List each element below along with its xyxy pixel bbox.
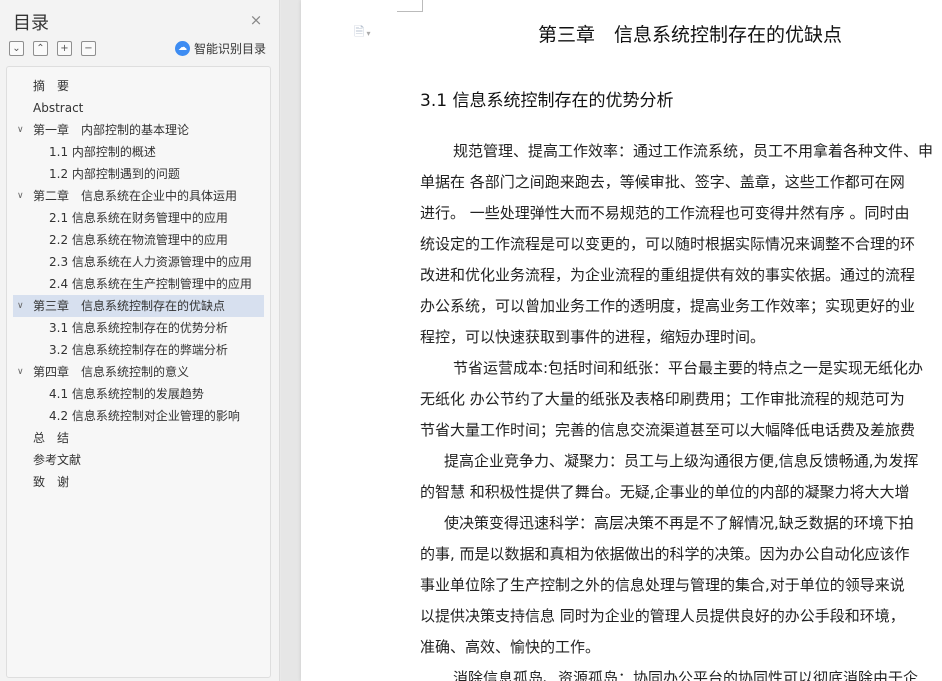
toc-item-label: 致 谢: [33, 475, 70, 489]
paragraph-line: 以提供决策支持信息 同时为企业的管理人员提供良好的办公手段和环境，: [420, 607, 905, 625]
toc-item-label: 第一章 内部控制的基本理论: [33, 123, 190, 137]
toc-item-label: 摘 要: [33, 79, 70, 93]
toc-item[interactable]: 摘 要: [7, 75, 270, 97]
toc-item-label: 4.1 信息系统控制的发展趋势: [49, 387, 204, 401]
toc-item-label: 参考文献: [33, 453, 82, 467]
chevron-down-icon: ▾: [366, 29, 371, 38]
paragraph-line: 提高企业竞争力、凝聚力：员工与上级沟通很方便,信息反馈畅通,为发挥: [444, 452, 919, 470]
document-page[interactable]: 🗎 ▾ 第三章 信息系统控制存在的优缺点 3.1 信息系统控制存在的优势分析 规范…: [301, 0, 942, 681]
toc-pane-title: 目录: [13, 13, 49, 34]
paragraph-line: 的事, 而是以数据和真相为依据做出的科学的决策。因为办公自动化应该作: [420, 545, 910, 563]
add-heading-button[interactable]: +: [57, 41, 72, 56]
toc-item-label: 1.2 内部控制遇到的问题: [49, 167, 180, 181]
toc-item[interactable]: 4.1 信息系统控制的发展趋势: [7, 383, 270, 405]
toc-panel: 摘 要 Abstract ∨ 第一章 内部控制的基本理论 1.1 内部控制的概述 1.2 …: [6, 66, 271, 678]
toc-item-label: 3.2 信息系统控制存在的弊端分析: [49, 343, 228, 357]
toc-list: 摘 要 Abstract ∨ 第一章 内部控制的基本理论 1.1 内部控制的概述 1.2 …: [7, 75, 270, 493]
toc-item-label: 2.3 信息系统在人力资源管理中的应用: [49, 255, 252, 269]
toc-item[interactable]: 2.4 信息系统在生产控制管理中的应用: [7, 273, 270, 295]
toc-toolbar: ⌄ ⌃ + −: [9, 41, 96, 56]
toc-item-label: 第四章 信息系统控制的意义: [33, 365, 190, 379]
paragraph-line: 单据在 各部门之间跑来跑去，等候审批、签字、盖章，这些工作都可在网: [420, 173, 905, 191]
chevron-down-icon[interactable]: ∨: [17, 361, 24, 383]
toc-item-label: 3.1 信息系统控制存在的优势分析: [49, 321, 228, 335]
paragraph-line: 节省大量工作时间；完善的信息交流渠道甚至可以大幅降低电话费及差旅费: [420, 421, 916, 439]
paragraph-line: 办公系统，可以曾加业务工作的透明度，提高业务工作效率；实现更好的业: [420, 297, 916, 315]
paragraph-line: 准确、高效、愉快的工作。: [420, 638, 601, 656]
chevron-down-icon[interactable]: ∨: [17, 185, 24, 207]
toc-item-label: 第二章 信息系统在企业中的具体运用: [33, 189, 238, 203]
toc-item[interactable]: Abstract: [7, 97, 270, 119]
toc-item[interactable]: 4.2 信息系统控制对企业管理的影响: [7, 405, 270, 427]
paragraph-line: 使决策变得迅速科学：高层决策不再是不了解情况,缺乏数据的环境下拍: [444, 514, 914, 532]
toc-item[interactable]: 1.2 内部控制遇到的问题: [7, 163, 270, 185]
toc-item-label: 总 结: [33, 431, 70, 445]
toc-item[interactable]: 2.1 信息系统在财务管理中的应用: [7, 207, 270, 229]
paragraph-line: 消除信息孤岛、资源孤岛：协同办公平台的协同性可以彻底消除由于企: [453, 669, 919, 681]
toc-item-label: 2.1 信息系统在财务管理中的应用: [49, 211, 228, 225]
body-text: 规范管理、提高工作效率：通过工作流系统，员工不用拿着各种文件、申单据在 各部门之…: [420, 141, 942, 681]
close-icon[interactable]: ×: [248, 12, 264, 28]
chapter-heading: 第三章 信息系统控制存在的优缺点: [538, 24, 843, 46]
paragraph-line: 节省运营成本:包括时间和纸张：平台最主要的特点之一是实现无纸化办: [453, 359, 924, 377]
document-area: 🗎 ▾ 第三章 信息系统控制存在的优缺点 3.1 信息系统控制存在的优势分析 规范…: [281, 0, 942, 681]
smart-toc-label: 智能识别目录: [194, 42, 267, 56]
toc-item[interactable]: 2.3 信息系统在人力资源管理中的应用: [7, 251, 270, 273]
chevron-down-icon[interactable]: ∨: [17, 119, 24, 141]
toc-item-label: 2.4 信息系统在生产控制管理中的应用: [49, 277, 252, 291]
toc-item[interactable]: 总 结: [7, 427, 270, 449]
toc-item-label: 2.2 信息系统在物流管理中的应用: [49, 233, 228, 247]
document-icon[interactable]: 🗎 ▾: [354, 23, 370, 45]
paragraph-line: 程控，可以快速获取到事件的进程，缩短办理时间。: [420, 328, 766, 346]
paragraph-line: 统设定的工作流程是可以变更的，可以随时根据实际情况来调整不合理的环: [420, 235, 916, 253]
toc-item[interactable]: 3.1 信息系统控制存在的优势分析: [7, 317, 270, 339]
paragraph-line: 进行。 一些处理弹性大而不易规范的工作流程也可变得井然有序 。同时由: [420, 204, 910, 222]
toc-item[interactable]: ∨ 第一章 内部控制的基本理论: [7, 119, 270, 141]
toc-item[interactable]: 2.2 信息系统在物流管理中的应用: [7, 229, 270, 251]
navigation-pane: 目录 × ⌄ ⌃ + − ☁ 智能识别目录 摘 要 Abstract ∨ 第一章 内部…: [0, 0, 280, 681]
paragraph-line: 改进和优化业务流程，为企业流程的重组提供有效的事实依据。通过的流程: [420, 266, 916, 284]
collapse-all-button[interactable]: ⌃: [33, 41, 48, 56]
toc-item-label: 4.2 信息系统控制对企业管理的影响: [49, 409, 240, 423]
toc-item[interactable]: ∨ 第四章 信息系统控制的意义: [7, 361, 270, 383]
section-heading: 3.1 信息系统控制存在的优势分析: [420, 91, 674, 111]
toc-item-label: 1.1 内部控制的概述: [49, 145, 156, 159]
smart-toc-button[interactable]: ☁ 智能识别目录: [175, 40, 266, 57]
toc-item[interactable]: ∨ 第三章 信息系统控制存在的优缺点: [13, 295, 264, 317]
toc-item[interactable]: ∨ 第二章 信息系统在企业中的具体运用: [7, 185, 270, 207]
toc-item-label: Abstract: [33, 101, 84, 115]
expand-all-button[interactable]: ⌄: [9, 41, 24, 56]
toc-item[interactable]: 1.1 内部控制的概述: [7, 141, 270, 163]
remove-heading-button[interactable]: −: [81, 41, 96, 56]
paragraph-line: 规范管理、提高工作效率：通过工作流系统，员工不用拿着各种文件、申: [453, 142, 934, 160]
toc-item[interactable]: 3.2 信息系统控制存在的弊端分析: [7, 339, 270, 361]
chevron-down-icon[interactable]: ∨: [17, 295, 24, 317]
page-corner-mark: [397, 0, 423, 12]
toc-item[interactable]: 参考文献: [7, 449, 270, 471]
ai-cloud-icon: ☁: [175, 41, 190, 56]
toc-item[interactable]: 致 谢: [7, 471, 270, 493]
toc-item-label: 第三章 信息系统控制存在的优缺点: [33, 299, 226, 313]
paragraph-line: 无纸化 办公节约了大量的纸张及表格印刷费用；工作审批流程的规范可为: [420, 390, 905, 408]
paragraph-line: 的智慧 和积极性提供了舞台。无疑,企事业的单位的内部的凝聚力将大大增: [420, 483, 910, 501]
paragraph-line: 事业单位除了生产控制之外的信息处理与管理的集合,对于单位的领导来说: [420, 576, 905, 594]
